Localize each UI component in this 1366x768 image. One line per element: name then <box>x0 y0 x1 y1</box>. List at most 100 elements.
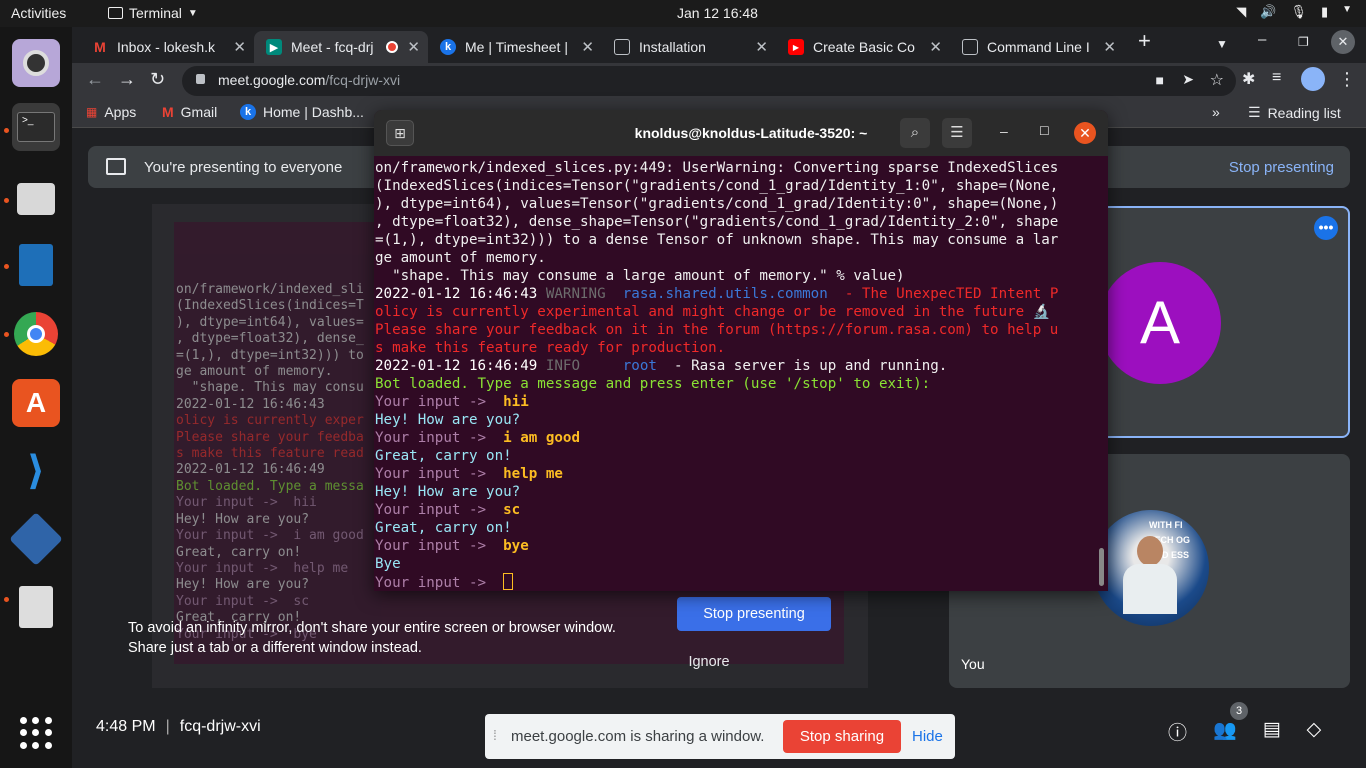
tab-meet[interactable]: ▶ Meet - fcq-drj ✕ <box>254 31 428 63</box>
maximize-button[interactable]: ☐ <box>1039 124 1050 138</box>
close-icon[interactable]: ✕ <box>755 38 768 56</box>
bookmark-apps[interactable]: ▦ Apps <box>86 104 136 120</box>
system-tray[interactable]: ◥ 🔊 🎙 ▮ ▼ <box>1236 4 1352 20</box>
app-menu[interactable]: Terminal ▼ <box>108 5 198 21</box>
close-button[interactable]: ✕ <box>1074 122 1096 144</box>
tab-timesheet[interactable]: k Me | Timesheet | ✕ <box>428 31 602 63</box>
address-bar[interactable]: meet.google.com/fcq-drjw-xvi ■ ➤ ☆ <box>182 66 1236 96</box>
search-icon[interactable]: ⌕ <box>900 118 930 148</box>
tab-search-chevron-icon[interactable]: ▼ <box>1216 37 1228 51</box>
reading-list-button[interactable]: ☰ Reading list <box>1248 104 1341 121</box>
active-input-line[interactable]: Your input -> <box>375 573 1097 591</box>
battery-icon: ▮ <box>1320 4 1329 19</box>
hamburger-menu-icon[interactable]: ☰ <box>942 118 972 148</box>
back-button[interactable]: ← <box>86 69 104 90</box>
close-icon[interactable]: ✕ <box>929 38 942 56</box>
activities-button[interactable]: Activities <box>11 5 66 21</box>
ignore-button[interactable]: Ignore <box>672 654 746 670</box>
meeting-time: 4:48 PM <box>96 718 156 735</box>
present-screen-icon <box>106 158 126 175</box>
sharing-message: meet.google.com is sharing a window. <box>511 728 765 745</box>
meeting-code[interactable]: fcq-drjw-xvi <box>180 718 261 735</box>
show-apps-grid-icon[interactable] <box>20 717 52 749</box>
minimize-button[interactable]: – <box>1258 31 1266 48</box>
tab-youtube[interactable]: ▶ Create Basic Co ✕ <box>776 31 950 63</box>
maximize-button[interactable]: ❐ <box>1298 35 1309 49</box>
camera-permission-icon[interactable]: ■ <box>1156 72 1164 88</box>
reading-list-icon: ☰ <box>1248 104 1261 120</box>
terminal-line: ), dtype=int64), values=Tensor("gradient… <box>375 196 1059 212</box>
chat-user-line: Your input -> sc <box>375 501 1097 519</box>
minimize-button[interactable]: – <box>1000 123 1008 139</box>
close-icon[interactable]: ✕ <box>233 38 246 56</box>
stop-sharing-button[interactable]: Stop sharing <box>783 720 901 753</box>
forward-button[interactable]: → <box>118 69 136 90</box>
terminal-header-bar[interactable]: ⊞ knoldus@knoldus-Latitude-3520: ~ ⌕ ☰ –… <box>374 110 1108 156</box>
drag-handle-icon[interactable]: ⁞ <box>493 727 497 743</box>
tab-label: Create Basic Co <box>813 39 915 55</box>
chat-user-line: Your input -> bye <box>375 537 1097 555</box>
browser-toolbar: ← → ↻ meet.google.com/fcq-drjw-xvi ■ ➤ ☆… <box>72 63 1366 98</box>
tab-installation[interactable]: Installation ✕ <box>602 31 776 63</box>
bot-reply: Hey! How are you? <box>375 484 521 500</box>
software-center-icon[interactable]: A <box>12 379 60 427</box>
bookmark-gmail[interactable]: M Gmail <box>162 104 217 120</box>
warning-line: Share just a tab or a different window i… <box>128 640 422 656</box>
extensions-icon[interactable]: ✱ <box>1242 69 1255 89</box>
bot-reply: Great, carry on! <box>375 448 512 464</box>
archive-app-icon[interactable] <box>12 583 60 631</box>
system-clock[interactable]: Jan 12 16:48 <box>677 5 758 21</box>
camera-app-icon[interactable] <box>12 39 60 87</box>
chrome-app-icon[interactable] <box>12 310 60 358</box>
new-tab-button[interactable]: + <box>1138 28 1151 54</box>
more-bookmarks-chevron-icon[interactable]: » <box>1212 104 1220 120</box>
chat-icon[interactable]: ▤ <box>1263 718 1281 745</box>
files-app-icon[interactable] <box>12 175 60 223</box>
avatar: A <box>1099 262 1221 384</box>
terminal-output[interactable]: on/framework/indexed_slices.py:449: User… <box>375 159 1097 591</box>
reading-list-label: Reading list <box>1267 104 1341 121</box>
bookmark-label: Gmail <box>180 104 218 120</box>
tab-label: Meet - fcq-drj <box>291 39 374 55</box>
terminal-window[interactable]: ⊞ knoldus@knoldus-Latitude-3520: ~ ⌕ ☰ –… <box>374 110 1108 591</box>
profile-avatar[interactable] <box>1301 67 1325 91</box>
vscode-app-icon[interactable]: ⟩ <box>12 447 60 495</box>
hide-button[interactable]: Hide <box>912 728 943 745</box>
people-icon[interactable]: 👥 <box>1213 718 1237 745</box>
bookmark-home-dashboard[interactable]: k Home | Dashb... <box>240 104 364 120</box>
close-icon[interactable]: ✕ <box>1103 38 1116 56</box>
close-icon[interactable]: ✕ <box>407 38 420 56</box>
stop-presenting-button[interactable]: Stop presenting <box>677 597 831 631</box>
bookmark-star-icon[interactable]: ☆ <box>1210 70 1224 90</box>
log-message: - Rasa server is up and running. <box>674 358 948 374</box>
user-message: help me <box>503 466 563 482</box>
running-indicator <box>4 264 9 269</box>
tab-command-line[interactable]: Command Line I ✕ <box>950 31 1124 63</box>
tab-inbox[interactable]: M Inbox - lokesh.k ✕ <box>80 31 254 63</box>
url-host: meet.google.com <box>218 72 326 88</box>
scrollbar[interactable] <box>1099 548 1104 586</box>
tab-label: Command Line I <box>987 39 1090 55</box>
log-message: olicy is currently experimental and migh… <box>375 304 1051 320</box>
activities-icon[interactable]: ◇ <box>1307 718 1322 745</box>
log-warning-line: 2022-01-12 16:46:43 WARNING rasa.shared.… <box>375 285 1097 303</box>
virtualbox-app-icon[interactable] <box>9 512 63 566</box>
close-window-button[interactable]: ✕ <box>1331 30 1355 54</box>
self-label: You <box>961 656 985 672</box>
banner-stop-presenting-link[interactable]: Stop presenting <box>1229 159 1334 176</box>
media-control-icon[interactable]: ≡ <box>1272 69 1281 87</box>
reload-button[interactable]: ↻ <box>150 69 165 90</box>
more-options-icon[interactable]: ••• <box>1314 216 1338 240</box>
gmail-icon: M <box>94 39 106 55</box>
share-icon[interactable]: ➤ <box>1182 71 1194 88</box>
running-indicator <box>4 198 9 203</box>
terminal-app-icon[interactable]: >_ <box>12 103 60 151</box>
close-icon[interactable]: ✕ <box>581 38 594 56</box>
input-prompt: Your input -> <box>375 575 487 591</box>
input-prompt: Your input -> <box>375 538 487 554</box>
info-icon[interactable]: ⓘ <box>1168 718 1187 745</box>
meeting-details: 4:48 PM | fcq-drjw-xvi <box>96 718 261 736</box>
menu-kebab-icon[interactable]: ⋮ <box>1338 69 1356 90</box>
log-timestamp: 2022-01-12 16:46:43 <box>375 286 538 302</box>
writer-app-icon[interactable] <box>12 241 60 289</box>
